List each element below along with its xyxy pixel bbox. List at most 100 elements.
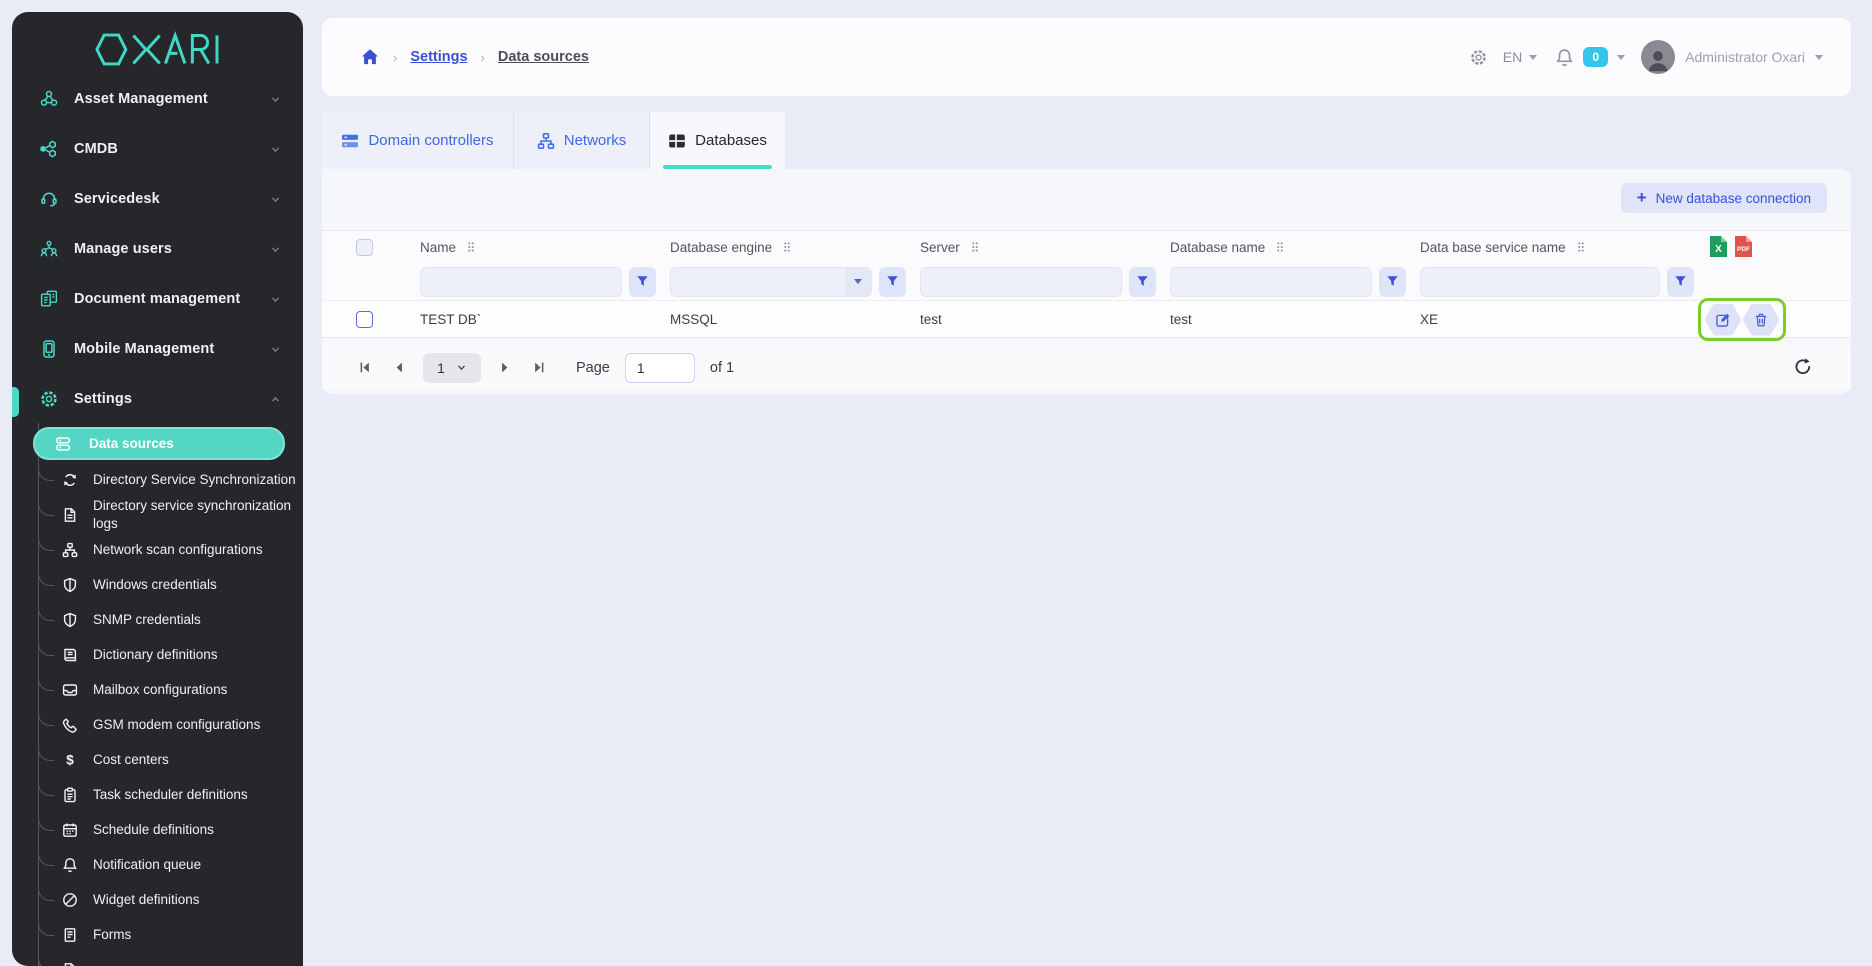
subitem-label: Network scan configurations [93, 541, 263, 559]
tab-label: Databases [695, 132, 767, 149]
sidebar-subitem-directory-sync-logs[interactable]: Directory service synchronization logs [12, 497, 303, 532]
gear-icon[interactable] [1469, 48, 1488, 67]
sidebar-item-mobile-management[interactable]: Mobile Management [12, 324, 303, 374]
sidebar-subitem-task-scheduler-definitions[interactable]: Task scheduler definitions [12, 777, 303, 812]
sidebar-subitem-network-scan-configurations[interactable]: Network scan configurations [12, 532, 303, 567]
database-name-filter-input[interactable] [1170, 267, 1372, 297]
database-engine-filter-button[interactable] [879, 267, 906, 297]
subitem-label: Task scheduler definitions [93, 786, 248, 804]
breadcrumb-settings[interactable]: Settings [410, 49, 467, 65]
column-menu-icon[interactable] [1574, 240, 1588, 254]
subitem-label: Mailbox configurations [93, 681, 227, 699]
sidebar-menu: Asset Management CMDB Servicedesk Manage… [12, 74, 303, 424]
sidebar-item-manage-users[interactable]: Manage users [12, 224, 303, 274]
sidebar-subitem-windows-credentials[interactable]: Windows credentials [12, 567, 303, 602]
first-page-button[interactable] [358, 360, 373, 375]
service-name-filter-input[interactable] [1420, 267, 1660, 297]
sidebar-subitem-directory-service-synchronization[interactable]: Directory Service Synchronization [12, 462, 303, 497]
page-number-input[interactable] [625, 353, 695, 383]
databases-panel: + New database connection Name Database … [322, 169, 1851, 394]
sidebar-item-document-management[interactable]: Document management [12, 274, 303, 324]
chevron-up-icon [270, 394, 281, 405]
sidebar-subitem-data-sources[interactable]: Data sources [33, 427, 285, 460]
funnel-icon [1674, 275, 1687, 288]
notifications-bell-icon[interactable] [1555, 48, 1574, 67]
new-database-connection-button[interactable]: + New database connection [1621, 183, 1827, 213]
service-name-filter-button[interactable] [1667, 267, 1694, 297]
sidebar-subitem-notification-queue[interactable]: Notification queue [12, 847, 303, 882]
sidebar-subitem-partial[interactable] [12, 952, 303, 966]
mailbox-icon [62, 682, 78, 698]
dollar-icon [62, 752, 78, 768]
subitem-label: Data sources [89, 435, 174, 453]
sidebar-item-servicedesk[interactable]: Servicedesk [12, 174, 303, 224]
home-icon[interactable] [360, 47, 380, 67]
tab-networks[interactable]: Networks [514, 112, 650, 169]
name-filter-button[interactable] [629, 267, 656, 297]
last-page-button[interactable] [531, 360, 546, 375]
cmdb-icon [39, 139, 59, 159]
notifications-caret-icon[interactable] [1617, 55, 1625, 64]
column-menu-icon[interactable] [968, 240, 982, 254]
tab-databases[interactable]: Databases [650, 112, 785, 169]
column-label: Name [420, 240, 456, 255]
column-label: Data base service name [1420, 240, 1566, 255]
sidebar-item-settings[interactable]: Settings [12, 374, 303, 424]
server-filter-input[interactable] [920, 267, 1122, 297]
next-page-button[interactable] [497, 360, 512, 375]
column-menu-icon[interactable] [780, 240, 794, 254]
filter-cell-service-name [1406, 267, 1851, 297]
cell-database-name: test [1156, 312, 1406, 327]
refresh-icon[interactable] [1793, 357, 1813, 377]
edit-row-button[interactable] [1705, 304, 1742, 336]
sidebar-item-asset-management[interactable]: Asset Management [12, 74, 303, 124]
column-menu-icon[interactable] [464, 240, 478, 254]
sidebar-item-label: Asset Management [74, 91, 255, 107]
name-filter-input[interactable] [420, 267, 622, 297]
new-database-connection-label: New database connection [1656, 191, 1811, 206]
sidebar-subitem-mailbox-configurations[interactable]: Mailbox configurations [12, 672, 303, 707]
sidebar-subitem-cost-centers[interactable]: Cost centers [12, 742, 303, 777]
sidebar-subitem-dictionary-definitions[interactable]: Dictionary definitions [12, 637, 303, 672]
tab-domain-controllers[interactable]: Domain controllers [322, 112, 514, 169]
clipboard-icon [62, 787, 78, 803]
calendar-icon [62, 822, 78, 838]
database-engine-filter-select[interactable] [670, 267, 872, 297]
sidebar-subitem-forms[interactable]: Forms [12, 917, 303, 952]
sidebar-subitem-widget-definitions[interactable]: Widget definitions [12, 882, 303, 917]
language-caret-icon[interactable] [1529, 55, 1537, 64]
chevron-down-icon [270, 344, 281, 355]
page-size-dropdown[interactable]: 1 [423, 353, 481, 383]
export-pdf-icon[interactable]: PDF [1734, 235, 1753, 258]
subitem-label: Dictionary definitions [93, 646, 218, 664]
sidebar-subitem-gsm-modem-configurations[interactable]: GSM modem configurations [12, 707, 303, 742]
sidebar-item-label: Mobile Management [74, 341, 255, 357]
subitem-label: Widget definitions [93, 891, 200, 909]
tab-label: Domain controllers [368, 132, 493, 149]
column-label: Server [920, 240, 960, 255]
select-all-checkbox[interactable] [356, 239, 373, 256]
database-name-filter-button[interactable] [1379, 267, 1406, 297]
sidebar-subitem-schedule-definitions[interactable]: Schedule definitions [12, 812, 303, 847]
sidebar-subitem-snmp-credentials[interactable]: SNMP credentials [12, 602, 303, 637]
previous-page-button[interactable] [392, 360, 407, 375]
column-header-server: Server [906, 240, 1156, 255]
subitem-label: Directory Service Synchronization [93, 471, 296, 489]
asset-management-icon [39, 89, 59, 109]
subitem-label: GSM modem configurations [93, 716, 260, 734]
delete-row-button[interactable] [1743, 304, 1780, 336]
user-name[interactable]: Administrator Oxari [1685, 49, 1805, 65]
export-excel-icon[interactable]: X [1709, 235, 1728, 258]
user-menu-caret-icon[interactable] [1815, 55, 1823, 64]
column-menu-icon[interactable] [1273, 240, 1287, 254]
sidebar-item-cmdb[interactable]: CMDB [12, 124, 303, 174]
funnel-icon [636, 275, 649, 288]
table-filter-row [322, 263, 1851, 300]
breadcrumb-data-sources[interactable]: Data sources [498, 49, 589, 65]
server-filter-button[interactable] [1129, 267, 1156, 297]
row-checkbox[interactable] [356, 311, 373, 328]
language-selector[interactable]: EN [1503, 49, 1522, 65]
funnel-icon [1136, 275, 1149, 288]
table-row[interactable]: TEST DB` MSSQL test test XE [322, 300, 1851, 338]
avatar[interactable] [1641, 40, 1675, 74]
